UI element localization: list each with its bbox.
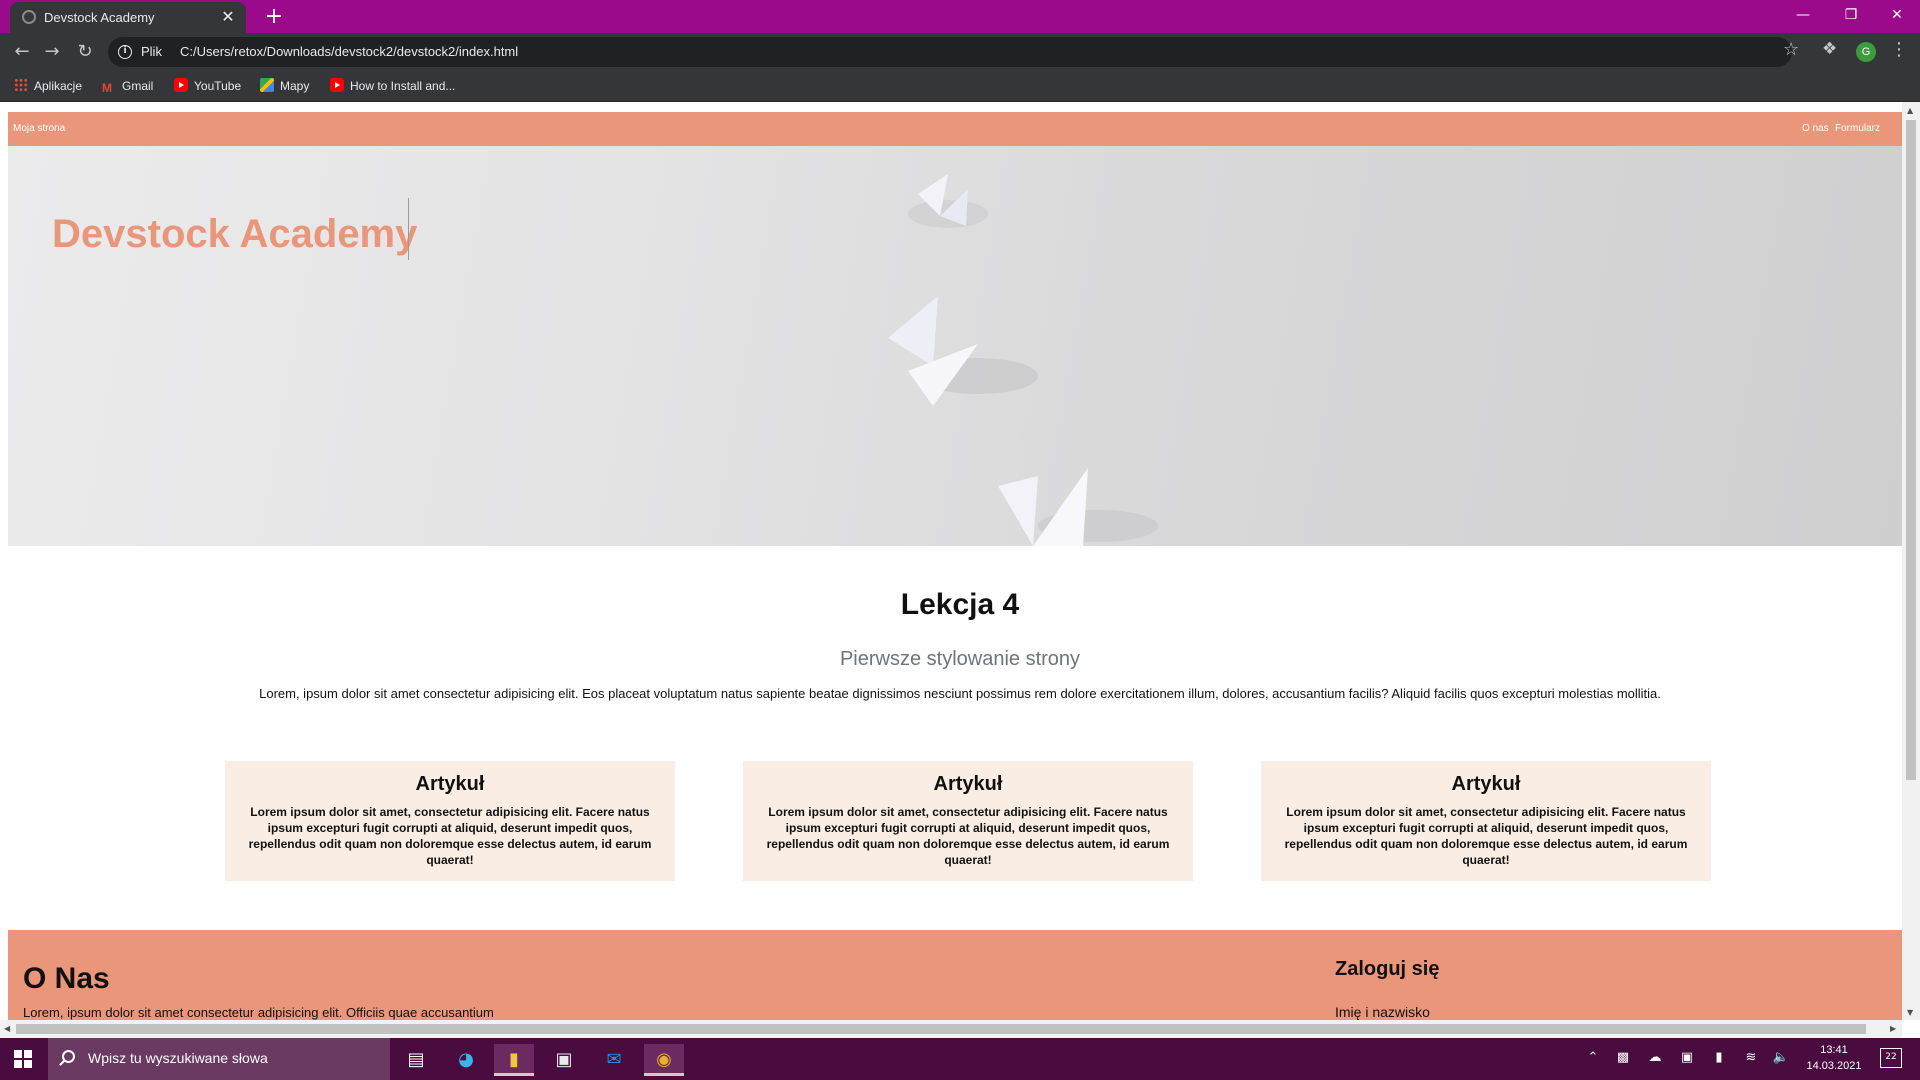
wifi-icon[interactable]: ≋ [1742,1050,1760,1065]
article-text: Lorem ipsum dolor sit amet, consectetur … [766,805,1170,867]
battery-icon[interactable]: ▮ [1710,1050,1728,1065]
new-tab-button[interactable]: + [260,3,288,31]
browser-tab[interactable]: Devstock Academy ✕ [10,2,246,33]
bookmark-youtube[interactable]: YouTube [174,77,241,95]
article-title: Artykuł [933,773,1003,795]
lesson-title: Lekcja 4 [900,588,1020,621]
bookmark-mapy[interactable]: Mapy [260,77,309,95]
forward-arrow-icon[interactable]: → [38,38,66,66]
text-cursor [408,198,409,260]
edge-icon[interactable]: ◕ [446,1044,486,1076]
scroll-left-icon[interactable]: ◀ [4,1024,10,1033]
bookmarks-bar: Aplikacje M Gmail YouTube Mapy How to Ins… [0,71,1920,102]
task-view-icon[interactable]: ▤ [396,1044,436,1076]
hero-title: Devstock Academy [52,212,418,256]
butterfly-image [908,174,988,228]
mail-icon[interactable]: ✉ [594,1044,634,1076]
article-text: Lorem ipsum dolor sit amet, consectetur … [248,805,652,867]
file-explorer-icon[interactable]: ▮ [494,1044,534,1076]
tab-title: Devstock Academy [44,10,155,25]
info-icon[interactable]: i [118,45,132,59]
article-card: Artykuł Lorem ipsum dolor sit amet, cons… [1261,761,1711,881]
store-icon[interactable]: ▣ [544,1044,584,1076]
windows-start-icon[interactable] [14,1050,32,1068]
article-card: Artykuł Lorem ipsum dolor sit amet, cons… [225,761,675,881]
nav-link-o-nas[interactable]: O nas [1802,123,1829,134]
kebab-menu-icon[interactable]: ⋮ [1890,39,1908,60]
window-close-icon[interactable]: ✕ [1874,0,1920,30]
bookmark-label: YouTube [194,79,242,93]
name-field-label: Imię i nazwisko [1335,1004,1430,1020]
article-title: Artykuł [415,773,485,795]
taskbar-search-input[interactable]: Wpisz tu wyszukiwane słowa [48,1038,390,1080]
butterfly-image [998,468,1158,546]
clock-date: 14.03.2021 [1806,1060,1862,1072]
hero-banner: Devstock Academy [8,146,1902,546]
restore-icon[interactable]: ❐ [1828,0,1874,30]
bookmark-label: Gmail [122,79,154,93]
browser-toolbar: ← → ↻ i Plik C:/Users/retox/Downloads/de… [0,33,1920,71]
search-placeholder: Wpisz tu wyszukiwane słowa [88,1050,268,1066]
about-title: O Nas [23,962,110,995]
maps-icon [260,78,274,92]
apps-grid-icon [14,78,28,92]
bookmark-how-to-install[interactable]: How to Install and... [330,77,455,95]
scroll-down-icon[interactable]: ▼ [1907,1008,1913,1017]
vertical-scrollbar[interactable]: ▲ ▼ [1902,102,1920,1020]
site-navbar: Moja strona O nas Formularz [8,112,1902,146]
youtube-icon [174,78,188,92]
globe-icon [22,10,36,24]
page-viewport: Moja strona O nas Formularz Devstock Aca… [0,102,1920,1038]
search-icon [62,1050,75,1063]
bookmark-label: How to Install and... [350,79,456,93]
bookmark-aplikacje[interactable]: Aplikacje [14,77,82,95]
chrome-icon[interactable]: ◉ [644,1044,684,1076]
bookmark-label: Aplikacje [34,79,83,93]
youtube-icon [330,78,344,92]
address-bar[interactable]: i Plik C:/Users/retox/Downloads/devstock… [108,37,1792,67]
lesson-text: Lorem, ipsum dolor sit amet consectetur … [259,686,1661,701]
article-text: Lorem ipsum dolor sit amet, consectetur … [1284,805,1688,867]
butterfly-image [888,296,1038,406]
bookmark-label: Mapy [280,79,310,93]
bookmark-gmail[interactable]: M Gmail [102,77,153,95]
bookmark-star-icon[interactable]: ☆ [1783,39,1799,60]
browser-titlebar: Devstock Academy ✕ + — ❐ ✕ [0,0,1920,33]
security-icon[interactable]: ▣ [1678,1050,1696,1065]
about-text: Lorem, ipsum dolor sit amet consectetur … [23,1005,494,1020]
site-brand-link[interactable]: Moja strona [13,123,65,134]
close-tab-icon[interactable]: ✕ [218,7,238,27]
horizontal-scroll-thumb[interactable] [16,1024,1866,1034]
nav-link-formularz[interactable]: Formularz [1835,123,1880,134]
chevron-up-icon[interactable]: ⌃ [1584,1050,1602,1065]
notification-center-icon[interactable]: 22 [1880,1048,1902,1068]
article-card: Artykuł Lorem ipsum dolor sit amet, cons… [743,761,1193,881]
article-title: Artykuł [1451,773,1521,795]
vertical-scroll-thumb[interactable] [1906,120,1916,780]
clock-time: 13:41 [1820,1044,1848,1056]
taskbar-clock[interactable]: 13:41 14.03.2021 [1800,1042,1868,1074]
onedrive-cloud-icon[interactable]: ☁ [1646,1050,1664,1065]
horizontal-scrollbar[interactable]: ◀ ▶ [0,1020,1902,1038]
gmail-icon: M [102,81,112,95]
url-text[interactable]: C:/Users/retox/Downloads/devstock2/devst… [180,44,518,59]
scroll-right-icon[interactable]: ▶ [1890,1024,1896,1033]
volume-icon[interactable]: 🔈 [1772,1050,1790,1065]
minimize-icon[interactable]: — [1780,0,1826,30]
reload-icon[interactable]: ↻ [71,38,99,66]
scroll-up-icon[interactable]: ▲ [1907,106,1913,115]
scheme-label: Plik [141,44,162,59]
back-arrow-icon[interactable]: ← [8,38,36,66]
extensions-puzzle-icon[interactable]: ❖ [1822,39,1837,59]
lesson-subtitle: Pierwsze stylowanie strony [839,648,1081,670]
login-title: Zaloguj się [1335,958,1440,980]
profile-avatar[interactable]: G [1856,42,1876,62]
tray-app-icon[interactable]: ▩ [1614,1050,1632,1065]
windows-taskbar: Wpisz tu wyszukiwane słowa ▤ ◕ ▮ ▣ ✉ ◉ ⌃… [0,1038,1920,1080]
